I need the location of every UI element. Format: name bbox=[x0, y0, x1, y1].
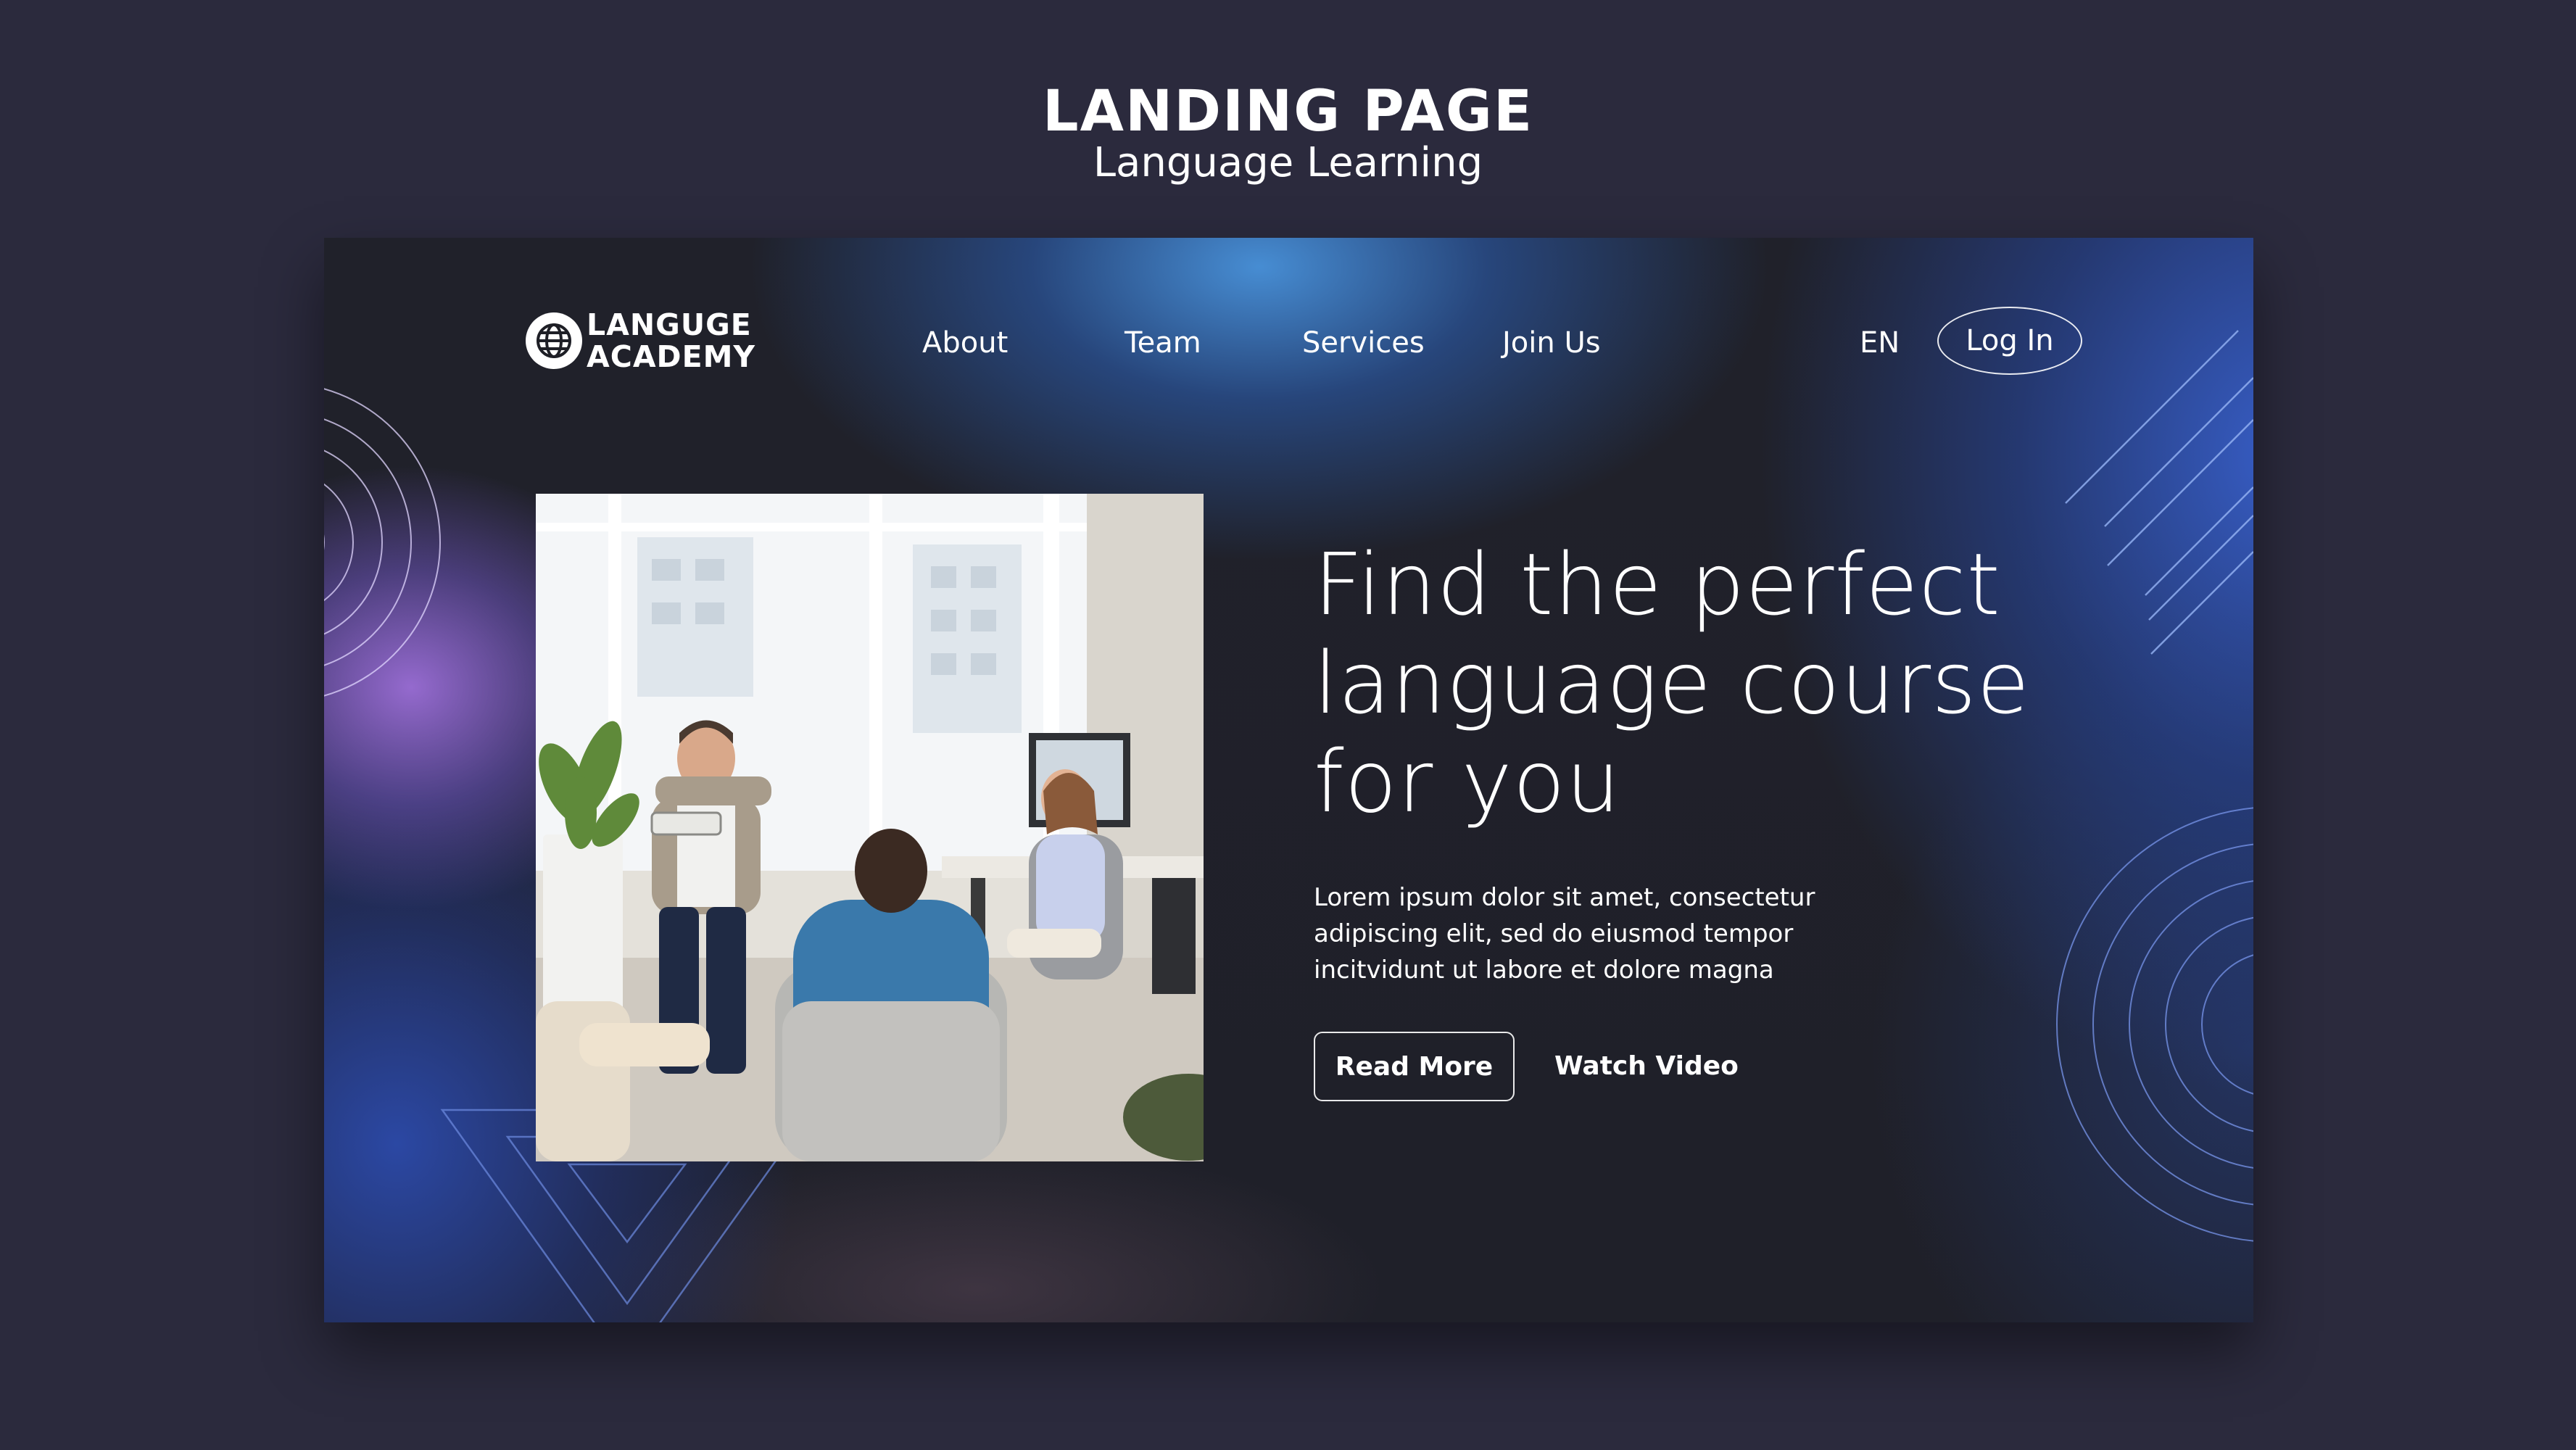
nav-item-services[interactable]: Services bbox=[1302, 325, 1425, 361]
brand-name-line2: ACADEMY bbox=[587, 339, 756, 374]
hero-headline-line: language course bbox=[1314, 633, 2031, 733]
hero-description: Lorem ipsum dolor sit amet, consectetur … bbox=[1314, 879, 1937, 988]
showcase-title: LANDING PAGE bbox=[1042, 79, 1534, 144]
watch-video-button[interactable]: Watch Video bbox=[1554, 1048, 1739, 1085]
hero-headline-line: Find the perfect bbox=[1314, 534, 2001, 634]
hero-description-line: incitvidunt ut labore et dolore magna bbox=[1314, 956, 1774, 985]
landing-page-mockup: LANGUGE ACADEMY About Team Services Join… bbox=[324, 238, 2253, 1322]
login-button[interactable]: Log In bbox=[1937, 307, 2082, 375]
nav-item-join-us[interactable]: Join Us bbox=[1502, 325, 1601, 361]
nav-item-about[interactable]: About bbox=[922, 325, 1008, 361]
hero-description-line: Lorem ipsum dolor sit amet, consectetur bbox=[1314, 883, 1815, 912]
globe-icon bbox=[526, 312, 582, 369]
hero-headline: Find the perfect language course for you bbox=[1314, 535, 2111, 831]
login-button-label: Log In bbox=[1966, 324, 2054, 357]
read-more-label: Read More bbox=[1335, 1051, 1494, 1082]
showcase-subtitle: Language Learning bbox=[1093, 139, 1483, 186]
brand-name: LANGUGE ACADEMY bbox=[587, 309, 755, 373]
read-more-button[interactable]: Read More bbox=[1314, 1032, 1515, 1101]
hero-description-line: adipiscing elit, sed do eiusmod tempor bbox=[1314, 919, 1794, 948]
classroom-illustration bbox=[536, 494, 1204, 1161]
brand-logo[interactable]: LANGUGE ACADEMY bbox=[526, 309, 755, 373]
hero-photo bbox=[536, 494, 1204, 1161]
hero-headline-line: for you bbox=[1314, 732, 1621, 832]
language-selector[interactable]: EN bbox=[1860, 325, 1900, 361]
nav-item-team[interactable]: Team bbox=[1125, 325, 1201, 361]
brand-name-line1: LANGUGE bbox=[587, 307, 752, 342]
